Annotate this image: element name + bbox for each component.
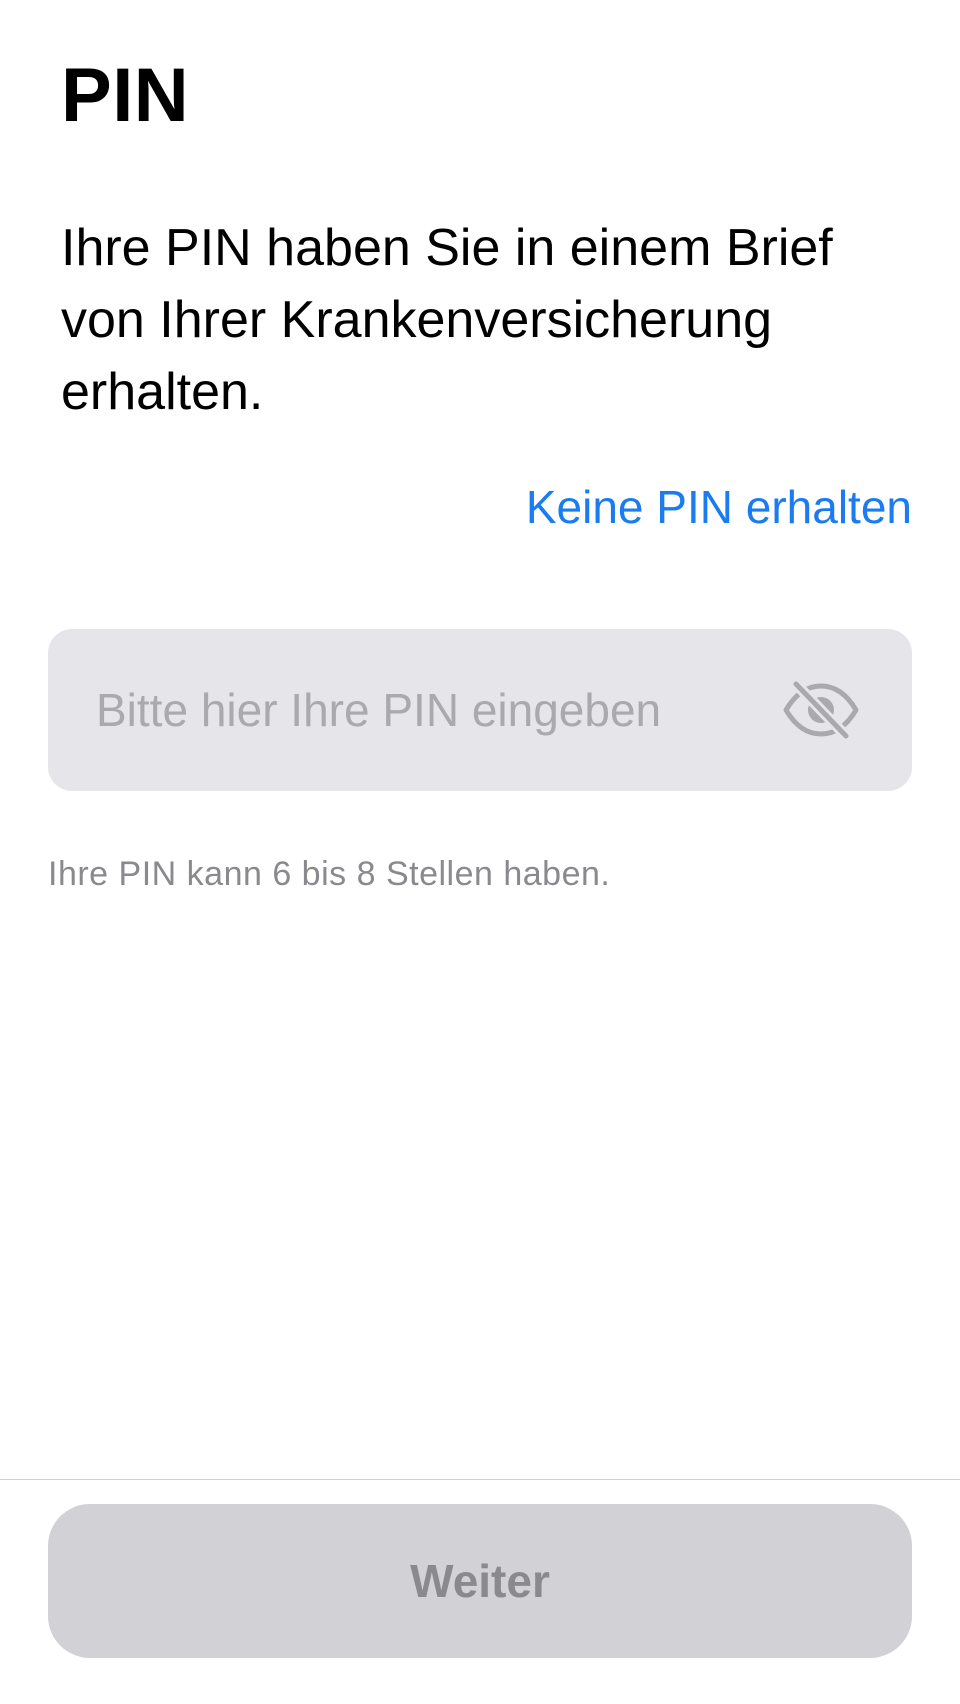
pin-length-hint: Ihre PIN kann 6 bis 8 Stellen haben. [48,855,611,893]
pin-description: Ihre PIN haben Sie in einem Brief von Ih… [61,219,833,421]
continue-button[interactable]: Weiter [48,1504,912,1658]
page-title: PIN [61,53,190,138]
eye-slash-icon[interactable] [782,678,860,742]
footer-divider [0,1479,960,1480]
pin-input[interactable] [96,629,756,791]
pin-field [48,629,912,791]
no-pin-received-link[interactable]: Keine PIN erhalten [526,478,912,536]
